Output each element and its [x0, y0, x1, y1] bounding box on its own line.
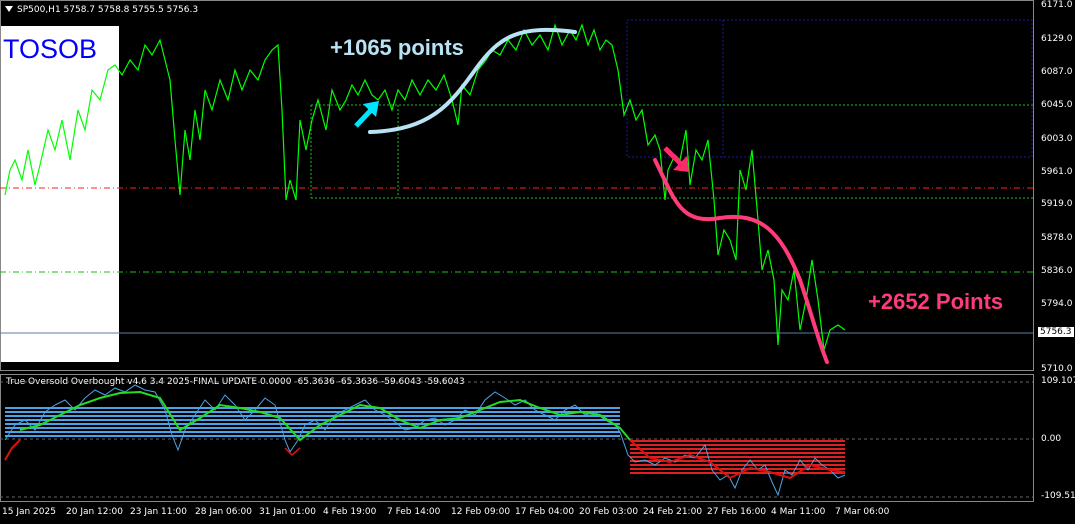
time-axis-label: 7 Mar 06:00 [835, 507, 890, 517]
time-axis-label: 4 Feb 19:00 [323, 507, 377, 517]
time-axis-label: 12 Feb 09:00 [451, 507, 511, 517]
price-axis-label: 5794.0 [1041, 299, 1073, 309]
gain-up-label: +1065 points [330, 35, 464, 60]
price-axis-label: 6003.0 [1041, 134, 1073, 144]
price-pane-border [0, 0, 1034, 371]
time-axis-label: 23 Jan 11:00 [130, 507, 187, 517]
time-axis-label: 20 Feb 03:00 [579, 507, 639, 517]
blue-zone-box [626, 19, 1033, 158]
time-axis-label: 4 Mar 11:00 [771, 507, 826, 517]
price-axis-label: 6087.0 [1041, 67, 1073, 77]
time-axis-label: 31 Jan 01:00 [259, 507, 316, 517]
indicator-axis-mid: 0.00 [1041, 434, 1062, 444]
gain-down-label: +2652 Points [868, 289, 1004, 314]
indicator-signal-down [4, 439, 21, 461]
time-axis-label: 20 Jan 12:00 [66, 507, 123, 517]
price-axis-label: 5961.0 [1041, 167, 1073, 177]
time-axis-label: 15 Jan 2025 [2, 507, 56, 517]
time-axis-label: 28 Jan 06:00 [195, 507, 252, 517]
current-price-tag: 5756.3 [1038, 327, 1074, 337]
downtrend-curve [653, 158, 829, 364]
indicator-histogram [5, 407, 845, 474]
time-axis-label: 17 Feb 04:00 [515, 507, 575, 517]
time-axis-label: 27 Feb 16:00 [707, 507, 767, 517]
price-axis-label: 5710.0 [1041, 364, 1073, 374]
price-axis-label: 6171.0 [1041, 0, 1073, 10]
price-chart[interactable] [0, 0, 1075, 524]
time-axis-label: 7 Feb 14:00 [387, 507, 441, 517]
time-axis-label: 24 Feb 21:00 [643, 507, 703, 517]
price-axis-label: 6045.0 [1041, 100, 1073, 110]
indicator-axis-bottom: -109.5167 [1041, 491, 1075, 501]
price-axis-label: 5919.0 [1041, 199, 1073, 209]
indicator-axis-top: 109.1071 [1041, 376, 1075, 386]
price-axis-label: 5878.0 [1041, 233, 1073, 243]
price-axis-label: 5836.0 [1041, 266, 1073, 276]
price-axis-label: 6129.0 [1041, 34, 1073, 44]
